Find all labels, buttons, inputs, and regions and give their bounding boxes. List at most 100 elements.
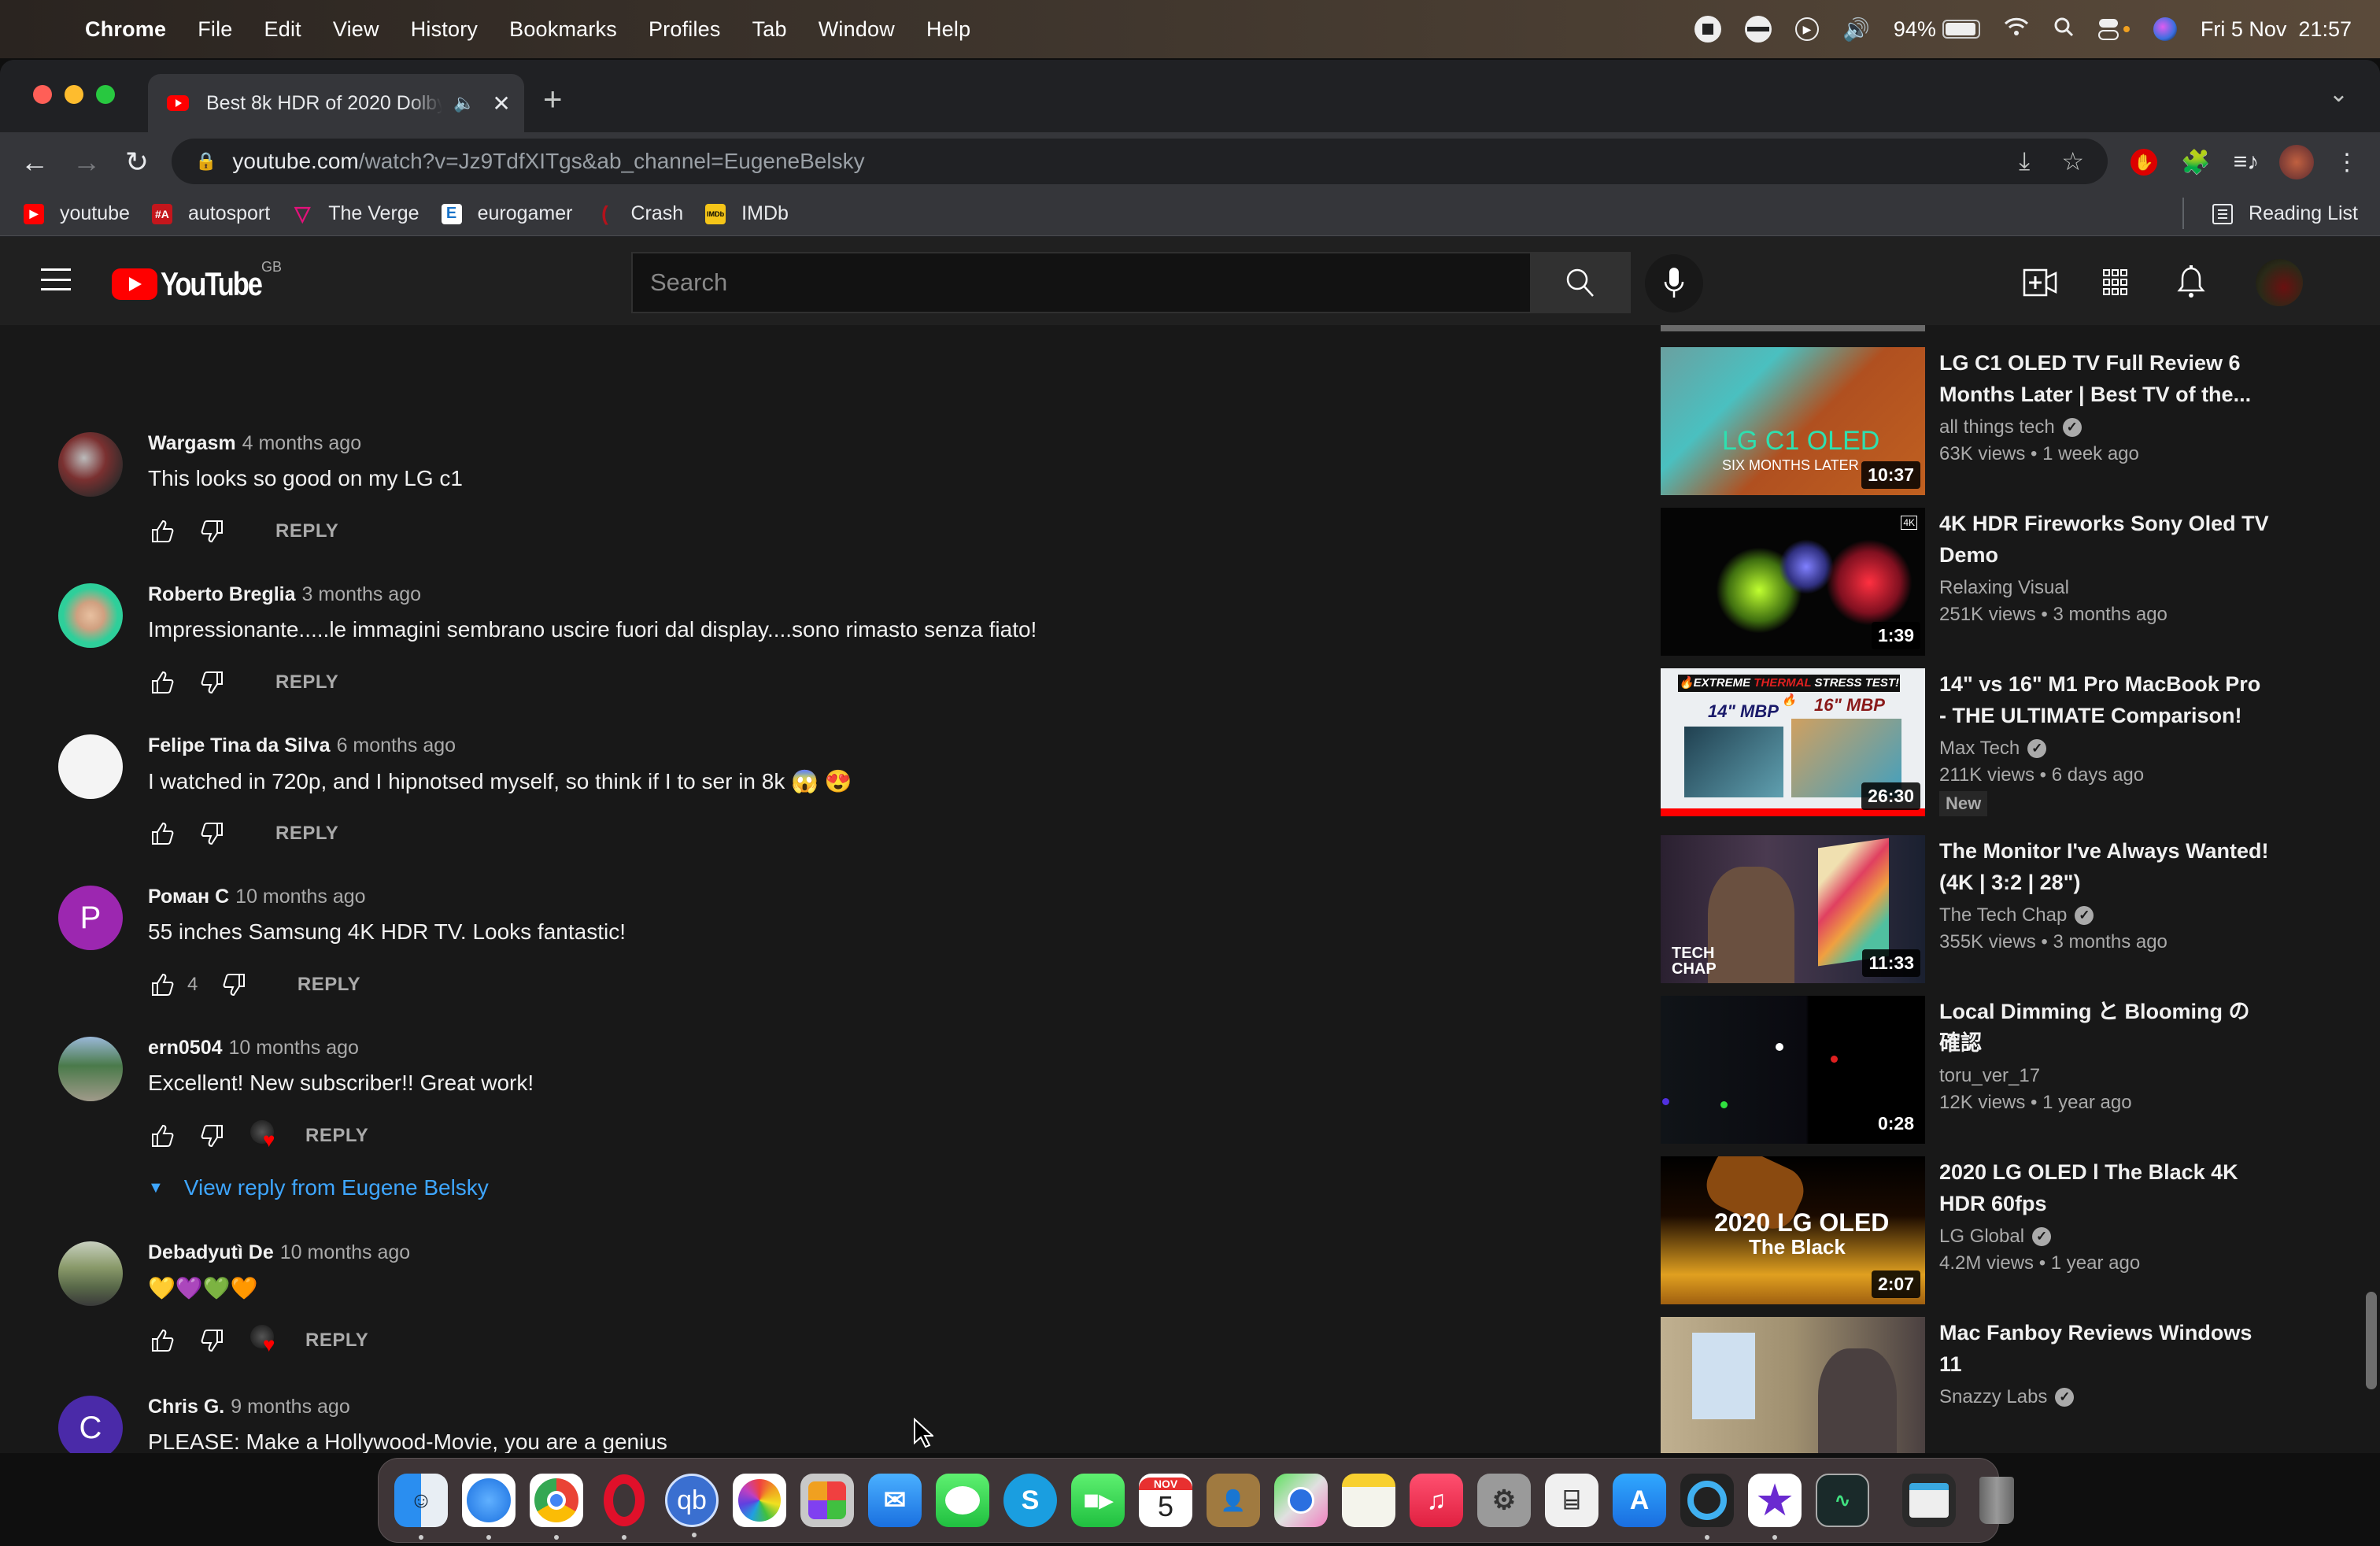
tab-close-icon[interactable]: ✕: [492, 91, 510, 117]
dock-maps[interactable]: [1274, 1474, 1328, 1527]
search-input[interactable]: Search: [631, 252, 1532, 313]
comment-author[interactable]: Roberto Breglia: [148, 583, 296, 605]
dislike-button[interactable]: [198, 1122, 227, 1150]
comment-time[interactable]: 4 months ago: [242, 432, 362, 454]
bookmark-autosport[interactable]: #A autosport: [151, 202, 270, 225]
dock-trash[interactable]: [1970, 1474, 2023, 1527]
tab-search-chevron-icon[interactable]: ⌄: [2329, 80, 2349, 108]
dock-screenshot[interactable]: ⌸: [1545, 1474, 1598, 1527]
view-replies-button[interactable]: ▼ View reply from Eugene Belsky: [148, 1175, 489, 1200]
video-thumbnail[interactable]: LG C1 OLED SIX MONTHS LATER 10:37: [1661, 347, 1925, 495]
channel-name[interactable]: Snazzy Labs: [1939, 1386, 2047, 1408]
bookmark-imdb[interactable]: IMDb IMDb: [705, 202, 789, 225]
channel-name[interactable]: Relaxing Visual: [1939, 577, 2069, 599]
comment-time[interactable]: 3 months ago: [302, 583, 422, 605]
guide-menu-icon[interactable]: [41, 268, 71, 290]
menu-bookmarks[interactable]: Bookmarks: [509, 17, 617, 42]
spotlight-search-icon[interactable]: [2053, 16, 2075, 43]
voice-search-button[interactable]: [1645, 254, 1703, 313]
video-title[interactable]: LG C1 OLED TV Full Review 6 Months Later…: [1939, 347, 2270, 410]
dock-downloads-stack[interactable]: [1902, 1474, 1956, 1527]
bookmark-youtube[interactable]: ▶ youtube: [24, 202, 130, 225]
comment-author[interactable]: ern0504: [148, 1037, 223, 1059]
back-button[interactable]: ←: [17, 146, 52, 179]
video-title[interactable]: Mac Fanboy Reviews Windows 11: [1939, 1317, 2270, 1380]
siri-icon[interactable]: [2153, 17, 2177, 41]
dock-messages[interactable]: [936, 1474, 989, 1527]
bookmark-the-verge[interactable]: ▽ The Verge: [292, 202, 419, 225]
comment-author[interactable]: Wargasm: [148, 432, 236, 454]
comment-time[interactable]: 10 months ago: [280, 1241, 410, 1263]
dock-finder[interactable]: ☺: [394, 1474, 448, 1540]
dock-mail[interactable]: ✉: [868, 1474, 922, 1527]
menu-window[interactable]: Window: [819, 17, 895, 42]
control-strip-icon[interactable]: [1744, 16, 1772, 43]
comment-avatar[interactable]: [58, 1037, 123, 1101]
comment-avatar[interactable]: [58, 432, 123, 497]
menu-profiles[interactable]: Profiles: [649, 17, 721, 42]
menu-help[interactable]: Help: [926, 17, 970, 42]
video-title[interactable]: 2020 LG OLED l The Black 4K HDR 60fps: [1939, 1156, 2270, 1219]
clock[interactable]: Fri 5 Nov 21:57: [2201, 17, 2352, 42]
install-app-icon[interactable]: ⤓: [2019, 146, 2030, 176]
volume-icon[interactable]: 🔊: [1842, 17, 1870, 43]
channel-name[interactable]: toru_ver_17: [1939, 1065, 2040, 1087]
channel-name[interactable]: all things tech: [1939, 416, 2055, 438]
dock-contacts[interactable]: 👤: [1207, 1474, 1260, 1527]
dock-launchpad[interactable]: [800, 1474, 854, 1527]
dock-imovie[interactable]: ★: [1748, 1474, 1802, 1540]
reply-button[interactable]: REPLY: [305, 1330, 368, 1352]
media-control-icon[interactable]: ≡♪: [2227, 143, 2265, 181]
dislike-button[interactable]: [198, 517, 227, 546]
new-tab-button[interactable]: +: [543, 83, 563, 116]
bookmark-star-icon[interactable]: ☆: [2061, 146, 2084, 176]
extensions-puzzle-icon[interactable]: 🧩: [2177, 143, 2215, 181]
dock-safari[interactable]: [462, 1474, 516, 1540]
like-button[interactable]: [148, 517, 176, 546]
profile-avatar[interactable]: [2278, 143, 2315, 181]
page-scrollbar[interactable]: [2366, 1292, 2377, 1389]
address-bar[interactable]: 🔒 youtube.com /watch?v=Jz9TdfXITgs&ab_ch…: [172, 139, 2108, 184]
window-zoom-button[interactable]: [96, 85, 115, 104]
lock-icon[interactable]: 🔒: [195, 151, 216, 172]
reply-button[interactable]: REPLY: [275, 671, 338, 693]
menu-history[interactable]: History: [411, 17, 478, 42]
bookmark-eurogamer[interactable]: E eurogamer: [441, 202, 572, 225]
like-button[interactable]: [148, 668, 176, 697]
channel-name[interactable]: Max Tech: [1939, 738, 2020, 760]
search-button[interactable]: [1530, 252, 1631, 313]
video-thumbnail[interactable]: 2020 LG OLED The Black 2:07: [1661, 1156, 1925, 1304]
video-title[interactable]: 14" vs 16" M1 Pro MacBook Pro - THE ULTI…: [1939, 668, 2270, 731]
battery-indicator[interactable]: 94%: [1894, 17, 1980, 42]
account-avatar[interactable]: [2256, 259, 2303, 306]
reload-button[interactable]: ↻: [120, 146, 154, 179]
dock-photos[interactable]: [733, 1474, 786, 1527]
comment-avatar[interactable]: [58, 734, 123, 799]
tab-youtube[interactable]: Best 8k HDR of 2020 Dolby Vision 🔈 ✕: [148, 74, 524, 132]
video-thumbnail[interactable]: 4K 1:39: [1661, 508, 1925, 656]
dock-quicktime[interactable]: [1680, 1474, 1734, 1540]
dislike-button[interactable]: [220, 971, 249, 999]
reply-button[interactable]: REPLY: [305, 1125, 368, 1147]
dock-system-preferences[interactable]: ⚙: [1477, 1474, 1531, 1527]
comment-author[interactable]: Роман С: [148, 886, 229, 908]
video-title[interactable]: 4K HDR Fireworks Sony Oled TV Demo: [1939, 508, 2270, 571]
dock-activity-monitor[interactable]: ∿: [1816, 1474, 1869, 1527]
dislike-button[interactable]: [198, 668, 227, 697]
like-button[interactable]: [148, 1326, 176, 1355]
dock-qbittorrent[interactable]: qb: [665, 1474, 719, 1537]
reply-button[interactable]: REPLY: [298, 974, 360, 996]
like-button[interactable]: [148, 971, 176, 999]
apple-menu-icon[interactable]: [30, 14, 57, 44]
video-thumbnail[interactable]: TECH CHAP 11:33: [1661, 835, 1925, 983]
reading-list-button[interactable]: Reading List: [2182, 198, 2358, 229]
tab-audio-icon[interactable]: 🔈: [453, 93, 475, 113]
reply-button[interactable]: REPLY: [275, 823, 338, 845]
window-minimize-button[interactable]: [65, 85, 83, 104]
menu-file[interactable]: File: [198, 17, 232, 42]
dock-facetime[interactable]: ■▸: [1071, 1474, 1125, 1527]
menu-edit[interactable]: Edit: [264, 17, 301, 42]
comment-time[interactable]: 9 months ago: [231, 1396, 350, 1418]
comment-time[interactable]: 10 months ago: [235, 886, 365, 908]
video-thumbnail[interactable]: [1661, 1317, 1925, 1453]
